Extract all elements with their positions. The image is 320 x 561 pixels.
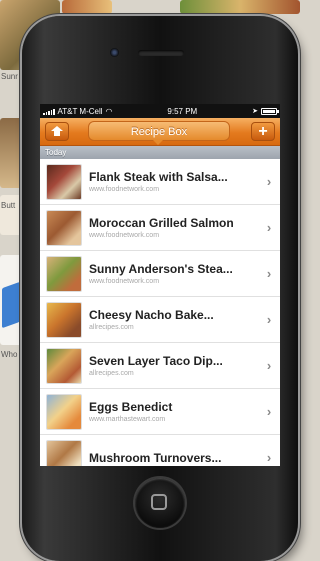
background-text: Butt xyxy=(1,201,16,210)
recipe-source: www.foodnetwork.com xyxy=(89,278,160,285)
earpiece-speaker xyxy=(138,50,184,56)
recipe-title: Moroccan Grilled Salmon xyxy=(89,216,234,230)
front-camera-icon xyxy=(110,48,119,57)
chevron-right-icon: › xyxy=(266,358,272,373)
chevron-right-icon: › xyxy=(266,450,272,465)
recipe-thumbnail xyxy=(46,301,82,338)
recipe-thumbnail xyxy=(46,255,82,292)
home-button[interactable] xyxy=(45,122,69,141)
recipe-title: Sunny Anderson's Stea... xyxy=(89,262,233,276)
recipe-source: www.foodnetwork.com xyxy=(89,232,160,239)
recipe-source: allrecipes.com xyxy=(89,324,134,331)
navigation-bar: Recipe Box + xyxy=(40,118,280,146)
recipe-title: Seven Layer Taco Dip... xyxy=(89,354,223,368)
status-bar: AT&T M-Cell ◠ 9:57 PM ➤ xyxy=(40,104,280,118)
recipe-source: allrecipes.com xyxy=(89,370,134,377)
background-text: Who xyxy=(1,350,18,359)
recipe-thumbnail xyxy=(46,347,82,384)
recipe-thumbnail xyxy=(46,393,82,430)
recipe-row[interactable]: Seven Layer Taco Dip... allrecipes.com › xyxy=(40,343,280,389)
recipe-row[interactable]: Flank Steak with Salsa... www.foodnetwor… xyxy=(40,159,280,205)
recipe-thumbnail xyxy=(46,439,82,466)
chevron-right-icon: › xyxy=(266,174,272,189)
chevron-right-icon: › xyxy=(266,404,272,419)
recipe-thumbnail xyxy=(46,209,82,246)
chevron-right-icon: › xyxy=(266,220,272,235)
recipe-source: www.foodnetwork.com xyxy=(89,186,160,193)
battery-icon xyxy=(260,107,279,115)
recipe-title: Eggs Benedict xyxy=(89,400,173,414)
background-blue-shape xyxy=(2,281,20,329)
device-home-button[interactable] xyxy=(135,478,185,528)
recipe-thumbnail xyxy=(46,163,82,200)
carrier-label: AT&T M-Cell xyxy=(57,106,103,116)
recipe-source: www.marthastewart.com xyxy=(89,416,166,423)
wifi-icon: ◠ xyxy=(105,106,113,116)
background-text: Sunr xyxy=(1,72,18,81)
recipe-title: Mushroom Turnovers... xyxy=(89,450,222,465)
recipe-row[interactable]: Cheesy Nacho Bake... allrecipes.com › xyxy=(40,297,280,343)
add-recipe-button[interactable]: + xyxy=(251,122,275,141)
page-title[interactable]: Recipe Box xyxy=(88,121,230,141)
iphone-device: AT&T M-Cell ◠ 9:57 PM ➤ Recipe Box + Tod… xyxy=(22,16,298,561)
recipe-row[interactable]: Moroccan Grilled Salmon www.foodnetwork.… xyxy=(40,205,280,251)
recipe-row[interactable]: Eggs Benedict www.marthastewart.com › xyxy=(40,389,280,435)
chevron-right-icon: › xyxy=(266,266,272,281)
clock: 9:57 PM xyxy=(167,106,198,116)
title-pointer xyxy=(153,140,163,145)
recipe-list: Flank Steak with Salsa... www.foodnetwor… xyxy=(40,159,280,466)
home-icon xyxy=(51,126,63,136)
section-header: Today xyxy=(40,146,280,159)
recipe-row[interactable]: Mushroom Turnovers... › xyxy=(40,435,280,466)
chevron-right-icon: › xyxy=(266,312,272,327)
background-food-photo xyxy=(62,0,112,14)
location-arrow-icon: ➤ xyxy=(252,108,258,115)
home-square-icon xyxy=(151,494,167,510)
background-food-photo xyxy=(180,0,300,14)
app-screen: AT&T M-Cell ◠ 9:57 PM ➤ Recipe Box + Tod… xyxy=(40,104,280,466)
recipe-title: Flank Steak with Salsa... xyxy=(89,170,228,184)
signal-bars-icon xyxy=(43,108,55,115)
recipe-row[interactable]: Sunny Anderson's Stea... www.foodnetwork… xyxy=(40,251,280,297)
recipe-title: Cheesy Nacho Bake... xyxy=(89,308,214,322)
